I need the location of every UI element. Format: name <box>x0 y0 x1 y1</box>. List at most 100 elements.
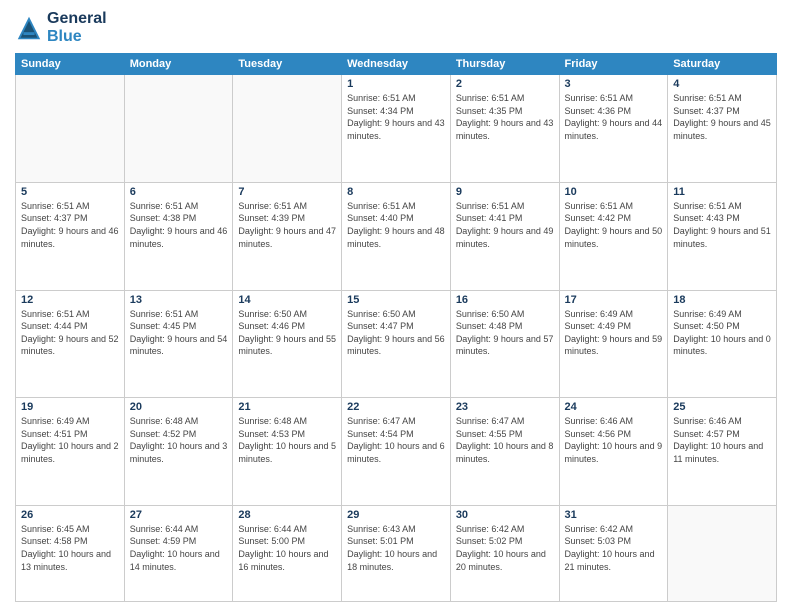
calendar-page: General Blue SundayMondayTuesdayWednesda… <box>0 0 792 612</box>
day-number: 2 <box>456 78 554 90</box>
calendar-cell-w3-d6: 25 Sunrise: 6:46 AM Sunset: 4:57 PM Dayli… <box>668 398 777 506</box>
day-number: 21 <box>238 401 336 413</box>
day-number: 11 <box>673 186 771 198</box>
day-number: 27 <box>130 509 228 521</box>
day-number: 26 <box>21 509 119 521</box>
day-number: 7 <box>238 186 336 198</box>
day-info: Sunrise: 6:51 AM Sunset: 4:37 PM Dayligh… <box>673 92 771 142</box>
calendar-cell-w0-d0 <box>16 75 125 183</box>
day-info: Sunrise: 6:48 AM Sunset: 4:52 PM Dayligh… <box>130 415 228 465</box>
calendar-cell-w0-d3: 1Sunrise: 6:51 AM Sunset: 4:34 PM Daylig… <box>342 75 451 183</box>
calendar-cell-w2-d1: 13 Sunrise: 6:51 AM Sunset: 4:45 PM Dayli… <box>124 290 233 398</box>
day-number: 4 <box>673 78 771 90</box>
weekday-header-saturday: Saturday <box>668 54 777 75</box>
calendar-cell-w4-d5: 31Sunrise: 6:42 AM Sunset: 5:03 PM Dayli… <box>559 505 668 601</box>
day-info: Sunrise: 6:51 AM Sunset: 4:34 PM Dayligh… <box>347 92 445 142</box>
calendar-cell-w3-d3: 22 Sunrise: 6:47 AM Sunset: 4:54 PM Dayli… <box>342 398 451 506</box>
day-info: Sunrise: 6:51 AM Sunset: 4:39 PM Dayligh… <box>238 200 336 250</box>
day-info: Sunrise: 6:49 AM Sunset: 4:50 PM Dayligh… <box>673 308 771 358</box>
weekday-header-sunday: Sunday <box>16 54 125 75</box>
day-info: Sunrise: 6:43 AM Sunset: 5:01 PM Dayligh… <box>347 523 445 573</box>
weekday-header-wednesday: Wednesday <box>342 54 451 75</box>
calendar-cell-w3-d0: 19 Sunrise: 6:49 AM Sunset: 4:51 PM Dayli… <box>16 398 125 506</box>
day-info: Sunrise: 6:49 AM Sunset: 4:51 PM Dayligh… <box>21 415 119 465</box>
day-number: 20 <box>130 401 228 413</box>
day-number: 12 <box>21 294 119 306</box>
day-number: 24 <box>565 401 663 413</box>
day-number: 10 <box>565 186 663 198</box>
calendar-cell-w1-d4: 9 Sunrise: 6:51 AM Sunset: 4:41 PM Daylig… <box>450 182 559 290</box>
day-number: 5 <box>21 186 119 198</box>
day-number: 9 <box>456 186 554 198</box>
calendar-cell-w1-d5: 10 Sunrise: 6:51 AM Sunset: 4:42 PM Dayli… <box>559 182 668 290</box>
calendar-cell-w4-d2: 28 Sunrise: 6:44 AM Sunset: 5:00 PM Dayli… <box>233 505 342 601</box>
calendar-cell-w2-d0: 12 Sunrise: 6:51 AM Sunset: 4:44 PM Dayli… <box>16 290 125 398</box>
day-info: Sunrise: 6:51 AM Sunset: 4:37 PM Dayligh… <box>21 200 119 250</box>
day-number: 18 <box>673 294 771 306</box>
day-number: 23 <box>456 401 554 413</box>
day-info: Sunrise: 6:51 AM Sunset: 4:40 PM Dayligh… <box>347 200 445 250</box>
weekday-header-friday: Friday <box>559 54 668 75</box>
calendar-cell-w4-d1: 27 Sunrise: 6:44 AM Sunset: 4:59 PM Dayli… <box>124 505 233 601</box>
calendar-cell-w4-d6 <box>668 505 777 601</box>
day-info: Sunrise: 6:51 AM Sunset: 4:36 PM Dayligh… <box>565 92 663 142</box>
day-number: 15 <box>347 294 445 306</box>
calendar-cell-w4-d4: 30 Sunrise: 6:42 AM Sunset: 5:02 PM Dayli… <box>450 505 559 601</box>
day-info: Sunrise: 6:42 AM Sunset: 5:02 PM Dayligh… <box>456 523 554 573</box>
day-info: Sunrise: 6:49 AM Sunset: 4:49 PM Dayligh… <box>565 308 663 358</box>
calendar-cell-w1-d0: 5 Sunrise: 6:51 AM Sunset: 4:37 PM Daylig… <box>16 182 125 290</box>
logo: General Blue <box>15 10 107 45</box>
day-info: Sunrise: 6:47 AM Sunset: 4:54 PM Dayligh… <box>347 415 445 465</box>
day-number: 29 <box>347 509 445 521</box>
calendar-cell-w2-d2: 14 Sunrise: 6:50 AM Sunset: 4:46 PM Dayli… <box>233 290 342 398</box>
calendar-cell-w1-d2: 7 Sunrise: 6:51 AM Sunset: 4:39 PM Daylig… <box>233 182 342 290</box>
calendar-cell-w2-d3: 15 Sunrise: 6:50 AM Sunset: 4:47 PM Dayli… <box>342 290 451 398</box>
day-info: Sunrise: 6:51 AM Sunset: 4:41 PM Dayligh… <box>456 200 554 250</box>
week-row-1: 5 Sunrise: 6:51 AM Sunset: 4:37 PM Daylig… <box>16 182 777 290</box>
day-info: Sunrise: 6:51 AM Sunset: 4:44 PM Dayligh… <box>21 308 119 358</box>
day-number: 30 <box>456 509 554 521</box>
calendar-cell-w0-d5: 3 Sunrise: 6:51 AM Sunset: 4:36 PM Daylig… <box>559 75 668 183</box>
calendar-cell-w4-d3: 29 Sunrise: 6:43 AM Sunset: 5:01 PM Dayli… <box>342 505 451 601</box>
day-info: Sunrise: 6:46 AM Sunset: 4:57 PM Dayligh… <box>673 415 771 465</box>
day-number: 17 <box>565 294 663 306</box>
day-info: Sunrise: 6:51 AM Sunset: 4:45 PM Dayligh… <box>130 308 228 358</box>
week-row-4: 26 Sunrise: 6:45 AM Sunset: 4:58 PM Dayli… <box>16 505 777 601</box>
day-info: Sunrise: 6:45 AM Sunset: 4:58 PM Dayligh… <box>21 523 119 573</box>
day-number: 13 <box>130 294 228 306</box>
weekday-header-row: SundayMondayTuesdayWednesdayThursdayFrid… <box>16 54 777 75</box>
calendar-cell-w2-d5: 17 Sunrise: 6:49 AM Sunset: 4:49 PM Dayli… <box>559 290 668 398</box>
calendar-cell-w4-d0: 26 Sunrise: 6:45 AM Sunset: 4:58 PM Dayli… <box>16 505 125 601</box>
header: General Blue <box>15 10 777 45</box>
day-number: 28 <box>238 509 336 521</box>
day-info: Sunrise: 6:51 AM Sunset: 4:42 PM Dayligh… <box>565 200 663 250</box>
day-number: 22 <box>347 401 445 413</box>
day-number: 3 <box>565 78 663 90</box>
day-info: Sunrise: 6:44 AM Sunset: 4:59 PM Dayligh… <box>130 523 228 573</box>
weekday-header-tuesday: Tuesday <box>233 54 342 75</box>
calendar-cell-w0-d4: 2 Sunrise: 6:51 AM Sunset: 4:35 PM Daylig… <box>450 75 559 183</box>
day-number: 8 <box>347 186 445 198</box>
day-number: 25 <box>673 401 771 413</box>
day-info: Sunrise: 6:51 AM Sunset: 4:35 PM Dayligh… <box>456 92 554 142</box>
day-info: Sunrise: 6:42 AM Sunset: 5:03 PM Dayligh… <box>565 523 663 573</box>
day-info: Sunrise: 6:50 AM Sunset: 4:47 PM Dayligh… <box>347 308 445 358</box>
day-info: Sunrise: 6:51 AM Sunset: 4:38 PM Dayligh… <box>130 200 228 250</box>
calendar-cell-w2-d6: 18 Sunrise: 6:49 AM Sunset: 4:50 PM Dayli… <box>668 290 777 398</box>
weekday-header-thursday: Thursday <box>450 54 559 75</box>
day-info: Sunrise: 6:47 AM Sunset: 4:55 PM Dayligh… <box>456 415 554 465</box>
day-info: Sunrise: 6:50 AM Sunset: 4:48 PM Dayligh… <box>456 308 554 358</box>
day-number: 19 <box>21 401 119 413</box>
week-row-2: 12 Sunrise: 6:51 AM Sunset: 4:44 PM Dayli… <box>16 290 777 398</box>
calendar-table: SundayMondayTuesdayWednesdayThursdayFrid… <box>15 53 777 602</box>
day-info: Sunrise: 6:44 AM Sunset: 5:00 PM Dayligh… <box>238 523 336 573</box>
logo-text: General Blue <box>47 10 107 45</box>
day-info: Sunrise: 6:50 AM Sunset: 4:46 PM Dayligh… <box>238 308 336 358</box>
logo-icon <box>15 14 43 42</box>
weekday-header-monday: Monday <box>124 54 233 75</box>
day-number: 16 <box>456 294 554 306</box>
calendar-cell-w2-d4: 16 Sunrise: 6:50 AM Sunset: 4:48 PM Dayli… <box>450 290 559 398</box>
day-info: Sunrise: 6:46 AM Sunset: 4:56 PM Dayligh… <box>565 415 663 465</box>
calendar-cell-w3-d2: 21Sunrise: 6:48 AM Sunset: 4:53 PM Dayli… <box>233 398 342 506</box>
day-number: 14 <box>238 294 336 306</box>
